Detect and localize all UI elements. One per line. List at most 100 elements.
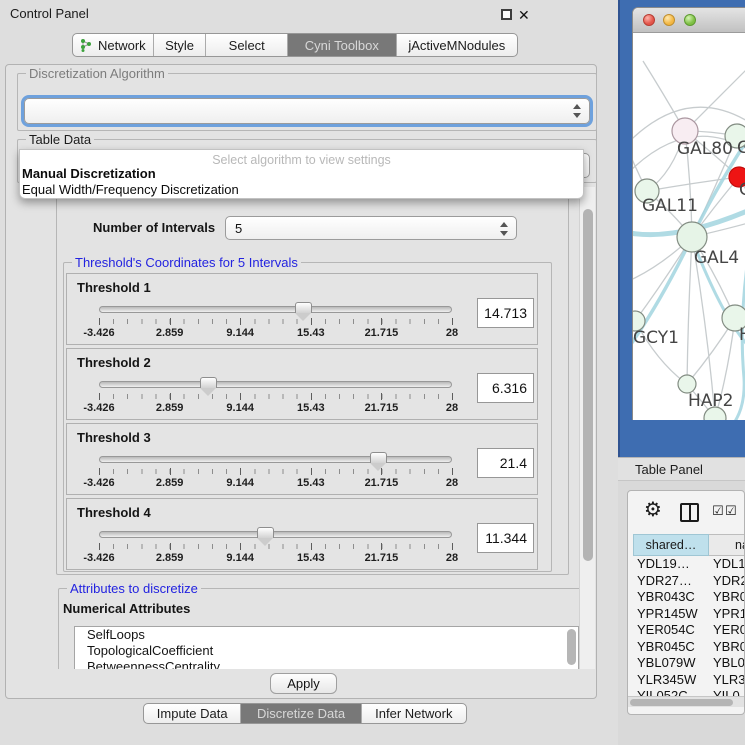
scrollbar-thumb[interactable] bbox=[630, 699, 733, 706]
tab-jactivemodules[interactable]: jActiveMNodules bbox=[396, 34, 517, 56]
tick-label: 2.859 bbox=[156, 477, 184, 489]
close-window-icon[interactable] bbox=[643, 14, 655, 26]
numerical-attributes-list[interactable]: SelfLoops TopologicalCoefficient Between… bbox=[74, 626, 579, 669]
tab-label: Select bbox=[229, 38, 265, 53]
network-window-titlebar[interactable] bbox=[633, 8, 745, 33]
slider-thumb[interactable] bbox=[370, 452, 387, 463]
tick-label: 21.715 bbox=[365, 327, 399, 339]
close-icon[interactable]: ✕ bbox=[518, 7, 530, 24]
table-row[interactable]: YBL079W YBL0 bbox=[628, 655, 744, 672]
cell[interactable]: YBR0 bbox=[713, 589, 745, 604]
column-header-shared-name[interactable]: shared… bbox=[633, 534, 709, 556]
list-item[interactable]: BetweennessCentrality bbox=[75, 659, 578, 669]
slider-thumb[interactable] bbox=[200, 377, 217, 388]
threshold-1-slider[interactable]: -3.426 2.859 9.144 15.43 21.715 28 bbox=[99, 302, 452, 344]
tab-select[interactable]: Select bbox=[205, 34, 287, 56]
cell[interactable]: YBR043C bbox=[637, 589, 695, 604]
threshold-2-row: Threshold 2 -3.426 2.859 9.144 15.43 21.… bbox=[66, 348, 538, 420]
table-row[interactable]: YDR27… YDR2 bbox=[628, 573, 744, 590]
threshold-3-row: Threshold 3 -3.426 2.859 9.144 15.43 21.… bbox=[66, 423, 538, 495]
dropdown-item-manual-discretization[interactable]: Manual Discretization bbox=[20, 166, 583, 182]
cell[interactable]: YDL1 bbox=[713, 556, 745, 571]
cell[interactable]: YER0 bbox=[713, 622, 745, 637]
cell[interactable]: YPR1 bbox=[713, 606, 745, 621]
split-columns-icon[interactable] bbox=[680, 503, 699, 522]
tab-infer-network[interactable]: Infer Network bbox=[361, 704, 466, 723]
table-row[interactable]: YBR043C YBR0 bbox=[628, 589, 744, 606]
gear-icon[interactable]: ⚙ bbox=[644, 497, 662, 522]
tick-label: 15.43 bbox=[297, 477, 325, 489]
tick-label: 15.43 bbox=[297, 327, 325, 339]
checkbox-icon[interactable]: ☑ bbox=[712, 503, 724, 519]
zoom-window-icon[interactable] bbox=[684, 14, 696, 26]
minimize-window-icon[interactable] bbox=[663, 14, 675, 26]
slider-thumb[interactable] bbox=[257, 527, 274, 538]
slider-track[interactable] bbox=[99, 381, 452, 388]
apply-button[interactable]: Apply bbox=[270, 673, 337, 694]
tab-cyni-toolbox[interactable]: Cyni Toolbox bbox=[287, 34, 396, 56]
cell[interactable]: YDR27… bbox=[637, 573, 692, 588]
tick-label: 2.859 bbox=[156, 327, 184, 339]
threshold-4-value-field[interactable]: 11.344 bbox=[477, 523, 534, 553]
algorithm-combobox[interactable] bbox=[24, 98, 590, 124]
list-scrollbar[interactable] bbox=[567, 629, 576, 665]
threshold-3-slider[interactable]: -3.426 2.859 9.144 15.43 21.715 28 bbox=[99, 452, 452, 494]
slider-minor-ticks bbox=[99, 544, 452, 549]
slider-thumb[interactable] bbox=[295, 302, 312, 313]
group-label: Discretization Algorithm bbox=[26, 66, 168, 81]
tick-label: 21.715 bbox=[365, 477, 399, 489]
checkbox-icon[interactable]: ☑ bbox=[725, 503, 737, 519]
float-window-icon[interactable] bbox=[501, 9, 512, 20]
tab-style[interactable]: Style bbox=[153, 34, 206, 56]
cell[interactable]: YBL0 bbox=[713, 655, 745, 670]
table-rows: YDL19… YDL1 YDR27… YDR2 YBR043C YBR0 YPR145… bbox=[628, 556, 744, 705]
list-item[interactable]: TopologicalCoefficient bbox=[75, 643, 578, 659]
tab-discretize-data[interactable]: Discretize Data bbox=[240, 704, 360, 723]
number-of-intervals-combobox[interactable]: 5 bbox=[225, 216, 517, 240]
tab-network[interactable]: Network bbox=[73, 34, 153, 56]
number-of-intervals-label: Number of Intervals bbox=[93, 220, 215, 235]
threshold-2-value-field[interactable]: 6.316 bbox=[477, 373, 534, 403]
thresholds-group: Threshold's Coordinates for 5 Intervals … bbox=[63, 262, 552, 572]
table-row[interactable]: YBR045C YBR0 bbox=[628, 639, 744, 656]
threshold-1-value-field[interactable]: 14.713 bbox=[477, 298, 534, 328]
slider-track[interactable] bbox=[99, 531, 452, 538]
threshold-2-slider[interactable]: -3.426 2.859 9.144 15.43 21.715 28 bbox=[99, 377, 452, 419]
tick-label: 28 bbox=[446, 327, 458, 339]
cell[interactable]: YBL079W bbox=[637, 655, 696, 670]
network-canvas[interactable]: GAL80 GA C GAL11 GAL4 GCY1 H HAP2 bbox=[633, 33, 745, 420]
settings-scrollbar[interactable] bbox=[579, 187, 595, 669]
cell[interactable]: YLR345W bbox=[637, 672, 696, 687]
threshold-4-slider[interactable]: -3.426 2.859 9.144 15.43 21.715 28 bbox=[99, 527, 452, 569]
cell[interactable]: YDR2 bbox=[713, 573, 745, 588]
dropdown-item-equal-width[interactable]: Equal Width/Frequency Discretization bbox=[20, 182, 583, 198]
table-row[interactable]: YER054C YER0 bbox=[628, 622, 744, 639]
threshold-3-value-field[interactable]: 21.4 bbox=[477, 448, 534, 478]
network-icon bbox=[80, 39, 93, 52]
table-row[interactable]: YDL19… YDL1 bbox=[628, 556, 744, 573]
table-horizontal-scrollbar[interactable] bbox=[628, 696, 744, 707]
table-row[interactable]: YPR145W YPR1 bbox=[628, 606, 744, 623]
group-label: Attributes to discretize bbox=[67, 581, 201, 596]
column-header-name[interactable]: na bbox=[709, 534, 745, 556]
cell[interactable]: YER054C bbox=[637, 622, 695, 637]
node-label: HAP2 bbox=[688, 391, 733, 411]
dropdown-placeholder-item[interactable]: Select algorithm to view settings bbox=[20, 150, 583, 166]
tab-label: Infer Network bbox=[375, 706, 452, 721]
slider-track[interactable] bbox=[99, 306, 452, 313]
scrollbar-thumb[interactable] bbox=[583, 209, 593, 561]
slider-track[interactable] bbox=[99, 456, 452, 463]
cell[interactable]: YDL19… bbox=[637, 556, 690, 571]
tab-label: Impute Data bbox=[157, 706, 228, 721]
cell[interactable]: YBR0 bbox=[713, 639, 745, 654]
tab-label: Cyni Toolbox bbox=[305, 38, 379, 53]
table-row[interactable]: YLR345W YLR3 bbox=[628, 672, 744, 689]
control-panel-tabs: Network Style Select Cyni Toolbox jActiv… bbox=[72, 33, 518, 57]
threshold-label: Threshold 3 bbox=[77, 430, 151, 445]
tick-label: 15.43 bbox=[297, 402, 325, 414]
tab-impute-data[interactable]: Impute Data bbox=[144, 704, 240, 723]
cell[interactable]: YLR3 bbox=[713, 672, 745, 687]
cell[interactable]: YBR045C bbox=[637, 639, 695, 654]
list-item[interactable]: SelfLoops bbox=[75, 627, 578, 643]
cell[interactable]: YPR145W bbox=[637, 606, 698, 621]
